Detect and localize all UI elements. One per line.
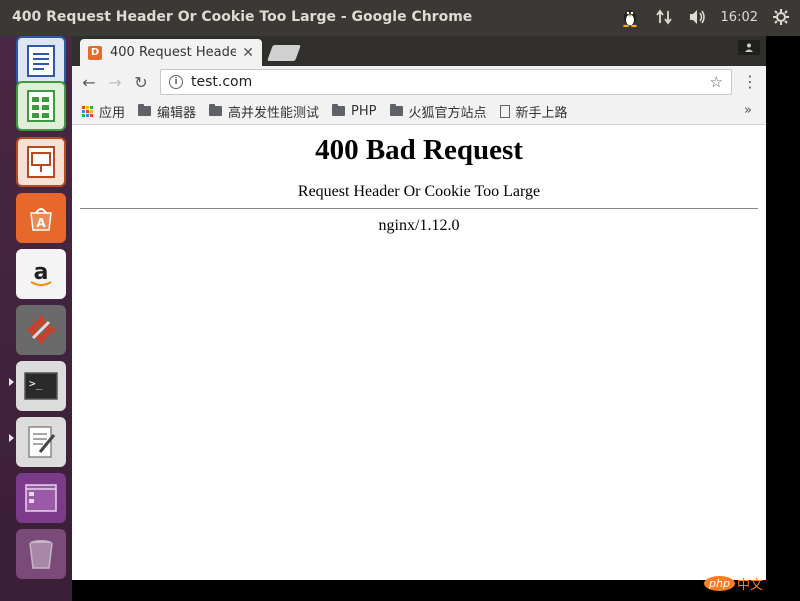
svg-text:>_: >_ bbox=[29, 377, 43, 390]
bookmarks-bar: 应用 编辑器 高并发性能测试 PHP 火狐官方站点 新手上路 » bbox=[72, 98, 766, 125]
watermark-php: php bbox=[704, 575, 735, 591]
gear-icon[interactable] bbox=[770, 6, 792, 28]
address-bar[interactable]: i test.com ☆ bbox=[160, 69, 732, 95]
error-heading: 400 Bad Request bbox=[315, 134, 523, 166]
volume-icon[interactable] bbox=[687, 6, 709, 28]
terminal-icon[interactable]: >_ bbox=[16, 361, 66, 411]
text-editor-icon[interactable] bbox=[16, 417, 66, 467]
launcher: A a >_ bbox=[0, 36, 72, 601]
bookmark-label: 应用 bbox=[99, 105, 126, 121]
apps-grid-icon bbox=[82, 105, 93, 117]
bookmark-label: 编辑器 bbox=[157, 105, 197, 121]
bookmark-folder[interactable]: 火狐官方站点 bbox=[389, 102, 487, 121]
divider bbox=[80, 208, 758, 209]
bookmark-star-icon[interactable]: ☆ bbox=[710, 73, 723, 91]
tab-strip: D 400 Request Heade ✕ bbox=[72, 36, 766, 66]
penguin-icon[interactable] bbox=[619, 6, 641, 28]
page-content: 400 Bad Request Request Header Or Cookie… bbox=[72, 126, 766, 580]
bookmark-label: 火狐官方站点 bbox=[408, 105, 487, 121]
new-tab-button[interactable] bbox=[267, 45, 301, 61]
bookmark-folder[interactable]: PHP bbox=[332, 103, 377, 119]
software-center-icon[interactable]: A bbox=[16, 193, 66, 243]
system-tray: 16:02 bbox=[619, 6, 792, 28]
error-message: Request Header Or Cookie Too Large bbox=[297, 183, 541, 200]
watermark-logo: php 中文 bbox=[704, 572, 768, 594]
impress-icon[interactable] bbox=[16, 137, 66, 187]
bookmark-folder[interactable]: 高并发性能测试 bbox=[209, 102, 319, 121]
bookmark-apps[interactable]: 应用 bbox=[82, 102, 125, 121]
bookmark-label: 高并发性能测试 bbox=[228, 105, 320, 121]
bookmark-label: 新手上路 bbox=[515, 105, 568, 121]
bookmark-label: PHP bbox=[351, 103, 377, 119]
bookmark-folder[interactable]: 编辑器 bbox=[138, 102, 196, 121]
workspace-switcher-icon[interactable] bbox=[16, 473, 66, 523]
close-icon[interactable]: ✕ bbox=[242, 45, 254, 61]
tab-active[interactable]: D 400 Request Heade ✕ bbox=[80, 39, 262, 66]
browser-window: D 400 Request Heade ✕ ← → ↻ i test.com ☆… bbox=[72, 36, 766, 580]
profile-icon[interactable] bbox=[738, 40, 760, 55]
folder-icon bbox=[209, 104, 223, 116]
tab-title: 400 Request Heade bbox=[110, 45, 237, 60]
toolbar: ← → ↻ i test.com ☆ ⋮ bbox=[72, 66, 766, 98]
top-panel: 400 Request Header Or Cookie Too Large -… bbox=[0, 0, 800, 36]
trash-icon[interactable] bbox=[16, 529, 66, 579]
page-icon bbox=[499, 104, 510, 118]
calc-icon[interactable] bbox=[16, 81, 66, 131]
amazon-icon[interactable]: a bbox=[16, 249, 66, 299]
folder-icon bbox=[389, 104, 403, 116]
window-title: 400 Request Header Or Cookie Too Large -… bbox=[12, 9, 473, 25]
running-indicator bbox=[9, 434, 14, 442]
svg-text:A: A bbox=[36, 216, 46, 230]
back-arrow-icon[interactable]: ← bbox=[76, 69, 102, 95]
bookmarks-overflow-icon[interactable]: » bbox=[744, 103, 752, 118]
reload-icon[interactable]: ↻ bbox=[128, 69, 154, 95]
server-signature: nginx/1.12.0 bbox=[378, 217, 460, 234]
network-icon[interactable] bbox=[653, 6, 675, 28]
info-icon[interactable]: i bbox=[169, 75, 183, 89]
folder-icon bbox=[138, 104, 152, 116]
system-settings-icon[interactable] bbox=[16, 305, 66, 355]
more-menu-icon[interactable]: ⋮ bbox=[742, 72, 758, 91]
favicon-icon: D bbox=[88, 45, 102, 60]
watermark-text: 中文 bbox=[736, 577, 763, 593]
bookmark-page[interactable]: 新手上路 bbox=[499, 102, 568, 121]
forward-arrow-icon[interactable]: → bbox=[102, 69, 128, 95]
desktop-background bbox=[72, 580, 800, 601]
writer-icon[interactable] bbox=[16, 36, 66, 86]
url-text: test.com bbox=[191, 74, 253, 90]
clock[interactable]: 16:02 bbox=[721, 10, 758, 25]
svg-text:a: a bbox=[34, 260, 49, 285]
folder-icon bbox=[332, 104, 346, 116]
running-indicator bbox=[9, 378, 14, 386]
